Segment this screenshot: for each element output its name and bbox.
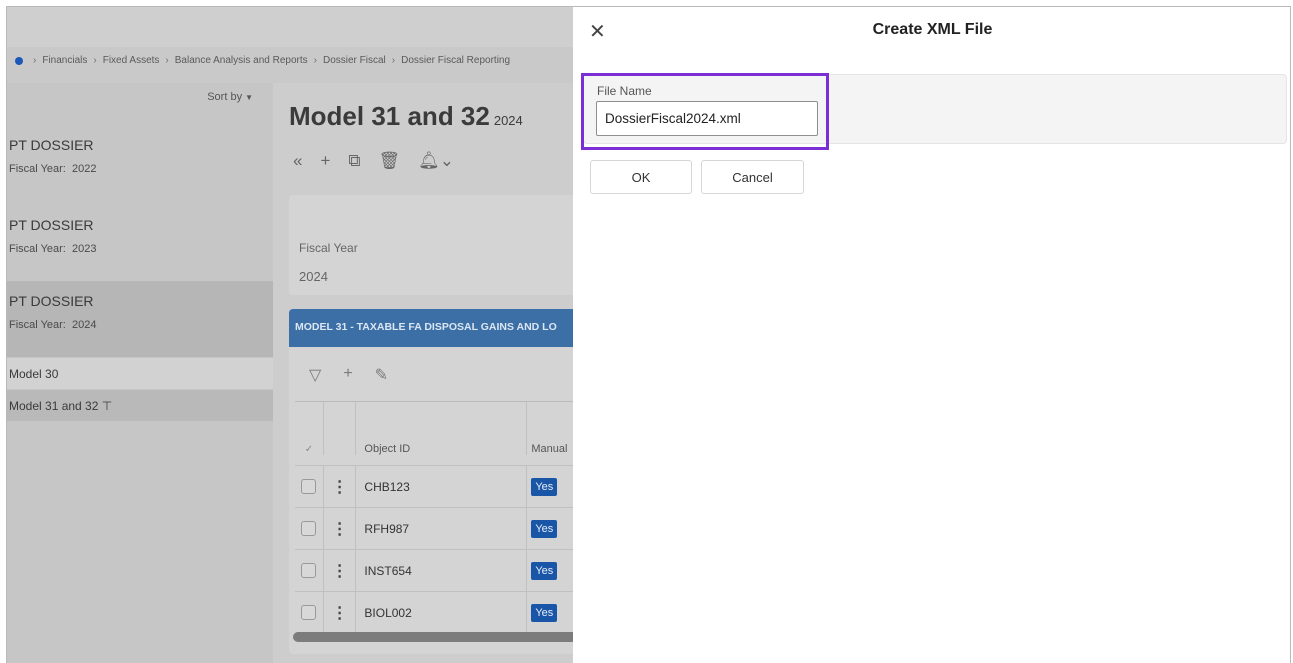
manual-badge: Yes: [531, 603, 558, 622]
manual-badge: Yes: [531, 477, 558, 496]
dossier-title: PT DOSSIER: [9, 137, 94, 153]
column-header-manual[interactable]: Manual: [527, 443, 579, 455]
year-select[interactable]: 2024: [494, 113, 523, 128]
duplicate-icon[interactable]: ⧉: [348, 151, 360, 171]
fiscal-year-label: Fiscal Year: [299, 241, 358, 255]
column-header-object-id[interactable]: Object ID: [356, 402, 528, 455]
add-icon[interactable]: +: [343, 365, 352, 385]
model-31-section: MODEL 31 - TAXABLE FA DISPOSAL GAINS AND…: [289, 309, 579, 654]
home-icon[interactable]: [15, 56, 23, 65]
breadcrumb-item[interactable]: Fixed Assets: [103, 55, 160, 66]
create-xml-dialog: ✕ Create XML File File Name OK Cancel: [573, 7, 1290, 663]
dossier-fiscal-year: Fiscal Year: 2022: [9, 163, 97, 175]
dossier-fiscal-year: Fiscal Year: 2023: [9, 243, 97, 255]
breadcrumb: › Financials › Fixed Assets › Balance An…: [15, 55, 510, 66]
collapse-icon[interactable]: «: [293, 151, 302, 171]
chevron-right-icon: ›: [33, 55, 37, 66]
cancel-button[interactable]: Cancel: [701, 160, 804, 194]
ok-button[interactable]: OK: [590, 160, 692, 194]
header-card: Fiscal Year 2024: [289, 195, 579, 295]
fiscal-year-value: 2024: [299, 269, 328, 284]
list-item[interactable]: PT DOSSIER Fiscal Year: 2023: [7, 205, 273, 281]
dossier-title: PT DOSSIER: [9, 217, 94, 233]
file-name-input[interactable]: [596, 101, 818, 136]
chevron-right-icon: ›: [93, 55, 97, 66]
table-row[interactable]: ⋮ RFH987 Yes: [295, 508, 579, 550]
dialog-title: Create XML File: [872, 21, 993, 38]
table-row[interactable]: ⋮ CHB123 Yes: [295, 466, 579, 508]
sort-by-label: Sort by: [207, 91, 243, 103]
submenu-label: Model 31 and 32: [9, 399, 99, 413]
caret-down-icon: ▼: [245, 93, 253, 102]
submenu-item-model-30[interactable]: Model 30: [7, 358, 273, 389]
horizontal-scrollbar[interactable]: [293, 632, 579, 642]
breadcrumb-item[interactable]: Balance Analysis and Reports: [175, 55, 308, 66]
table-row[interactable]: ⋮ BIOL002 Yes: [295, 592, 579, 634]
sort-by-button[interactable]: Sort by ▼: [207, 91, 253, 103]
row-checkbox[interactable]: [301, 605, 317, 620]
edit-icon[interactable]: ✎: [375, 365, 388, 385]
chevron-right-icon: ›: [313, 55, 317, 66]
manual-badge: Yes: [531, 519, 558, 538]
dossier-title: PT DOSSIER: [9, 293, 94, 309]
row-checkbox[interactable]: [301, 563, 317, 578]
manual-badge: Yes: [531, 561, 558, 580]
grid-toolbar: ▽ + ✎: [309, 365, 388, 385]
bell-icon[interactable]: 🔔︎⌄: [418, 151, 454, 171]
breadcrumb-item[interactable]: Dossier Fiscal: [323, 55, 386, 66]
more-icon[interactable]: ⋮: [324, 466, 357, 507]
breadcrumb-item[interactable]: Financials: [42, 55, 87, 66]
more-icon[interactable]: ⋮: [324, 508, 357, 549]
row-checkbox[interactable]: [301, 479, 317, 494]
list-item-selected[interactable]: PT DOSSIER Fiscal Year: 2024: [7, 281, 273, 357]
object-id-cell: CHB123: [356, 466, 528, 507]
data-grid: ✓ Object ID Manual ⋮ CHB123 Yes ⋮ RFH987…: [295, 401, 579, 634]
table-header: ✓ Object ID Manual: [295, 402, 579, 466]
delete-icon[interactable]: 🗑: [379, 151, 401, 171]
dossier-fiscal-year: Fiscal Year: 2024: [9, 319, 97, 331]
section-title: MODEL 31 - TAXABLE FA DISPOSAL GAINS AND…: [289, 309, 579, 347]
breadcrumb-item[interactable]: Dossier Fiscal Reporting: [401, 55, 510, 66]
record-list: Sort by ▼ PT DOSSIER Fiscal Year: 2022 PT…: [7, 83, 273, 663]
file-name-label: File Name: [597, 84, 652, 98]
add-icon[interactable]: +: [320, 151, 330, 171]
pin-icon: ⊤: [101, 399, 113, 413]
filter-icon[interactable]: ▽: [309, 365, 321, 385]
object-id-cell: INST654: [356, 550, 528, 591]
table-row[interactable]: ⋮ INST654 Yes: [295, 550, 579, 592]
chevron-right-icon: ›: [391, 55, 396, 66]
more-icon[interactable]: ⋮: [324, 550, 357, 591]
main-content: Model 31 and 32 2024 « + ⧉ 🗑 🔔︎⌄ Fiscal Y…: [273, 83, 583, 663]
app-window: › Financials › Fixed Assets › Balance An…: [6, 6, 1291, 663]
submenu-item-model-31-32[interactable]: Model 31 and 32 ⊤: [7, 390, 273, 421]
chevron-right-icon: ›: [165, 55, 169, 66]
list-item[interactable]: PT DOSSIER Fiscal Year: 2022: [7, 125, 273, 201]
page-title: Model 31 and 32 2024: [289, 101, 523, 131]
more-icon[interactable]: ⋮: [324, 592, 357, 633]
object-id-cell: RFH987: [356, 508, 528, 549]
check-icon[interactable]: ✓: [295, 402, 324, 455]
row-checkbox[interactable]: [301, 521, 317, 536]
object-id-cell: BIOL002: [356, 592, 528, 633]
toolbar: « + ⧉ 🗑 🔔︎⌄: [293, 151, 454, 171]
